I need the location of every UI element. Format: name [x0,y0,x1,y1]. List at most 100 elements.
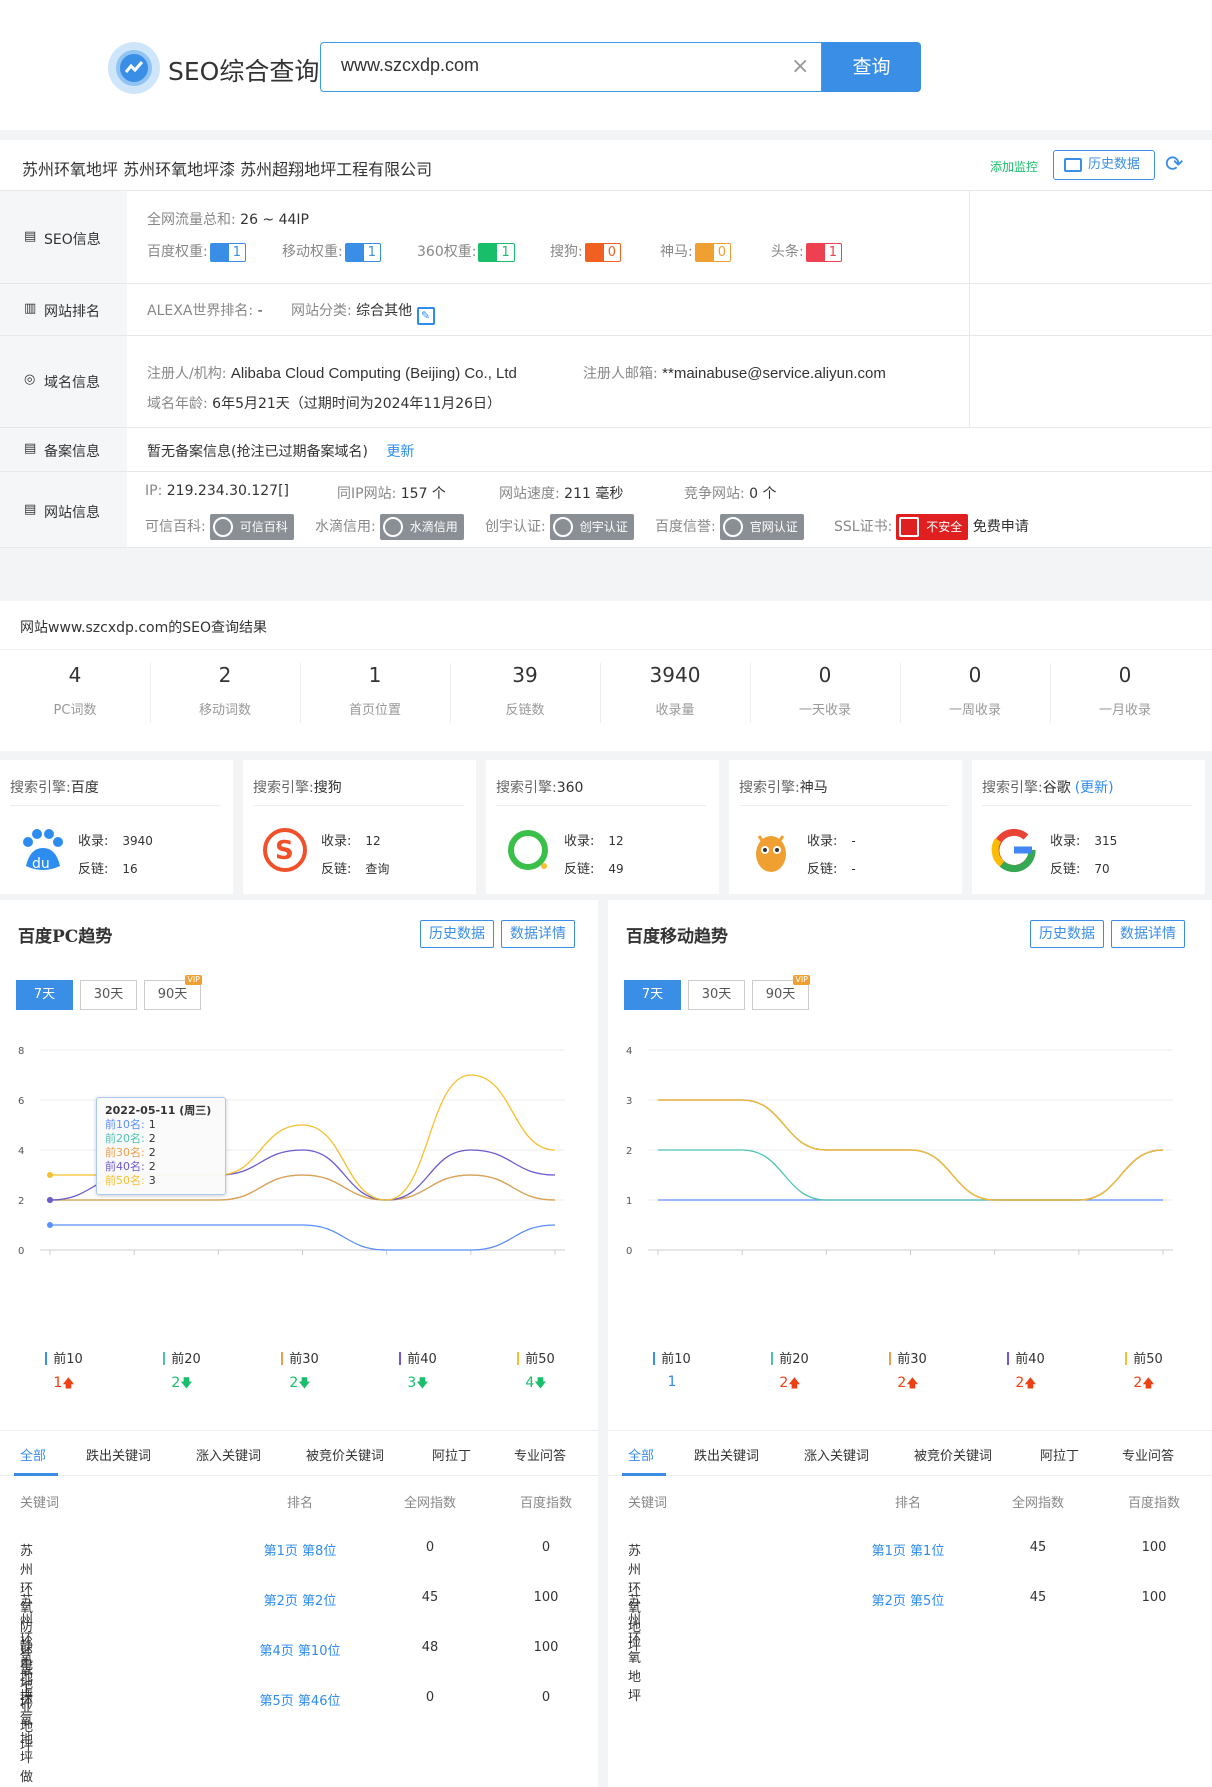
engine-index: 收录: - [807,830,856,849]
legend-number: 1 [53,1375,63,1391]
keyword-tab[interactable]: 全部 [20,1445,46,1464]
mobile-detail-button[interactable]: 数据详情 [1111,920,1185,948]
keyword-tab[interactable]: 全部 [628,1445,654,1464]
same-ip-value[interactable]: 157 个 [401,486,446,502]
search-box[interactable]: × [320,42,822,92]
legend-item[interactable]: 前10 1 [622,1348,722,1390]
shuidi-badge[interactable]: 水滴信用 [379,514,464,540]
keyword-tab[interactable]: 被竞价关键词 [914,1445,992,1464]
site-title: 苏州环氧地坪 苏州环氧地坪漆 苏州超翔地坪工程有限公司 [22,160,433,179]
engine-index: 收录: 12 [321,830,381,849]
baidu-index-cell: 100 [1141,1540,1167,1555]
weight-badge[interactable]: 1 [344,242,381,262]
mobile-range-7d[interactable]: 7天 [624,980,681,1010]
weight-badge[interactable]: 0 [584,242,621,262]
legend-key: 前20 [132,1348,232,1368]
legend-item[interactable]: 前50 4🡇 [486,1348,586,1395]
rank-link[interactable]: 第1页 第1位 [838,1540,978,1559]
index-value: 315 [1094,834,1118,848]
svg-text:S: S [275,836,294,866]
legend-value: 3🡇 [368,1374,468,1395]
beian-row: 暂无备案信息(抢注已过期备案域名) 更新 [127,427,1212,471]
keyword-tab[interactable]: 专业问答 [1122,1445,1174,1464]
keyword-tab[interactable]: 涨入关键词 [804,1445,869,1464]
keyword-tab[interactable]: 涨入关键词 [196,1445,261,1464]
engine-update-link[interactable]: (更新) [1075,780,1114,796]
keyword-tab[interactable]: 阿拉丁 [1040,1445,1079,1464]
water-drop-icon [382,517,403,537]
stat-item: 4 PC词数 [0,663,150,718]
rank-link[interactable]: 第5页 第46位 [230,1690,370,1709]
chuangyu-badge[interactable]: 创宇认证 [549,514,634,540]
baidu-credit-badge[interactable]: 官网认证 [719,514,804,540]
weight-badge[interactable]: 1 [805,242,842,262]
kexin-badge[interactable]: 可信百科 [209,514,294,540]
legend-item[interactable]: 前20 2🡅 [740,1348,840,1395]
backlink-value[interactable]: 16 [122,862,137,876]
refresh-icon[interactable]: ⟳ [1165,152,1183,177]
weight-badge[interactable]: 0 [694,242,731,262]
chuangyu-badge-label: 创宇认证 [579,520,628,534]
section-rank: ▥ 网站排名 [0,283,127,335]
engine-card: 搜索引擎:谷歌 (更新) 收录: 315 反链: 70 [972,760,1205,894]
keyword-tab[interactable]: 跌出关键词 [86,1445,151,1464]
baidu-credit-label: 百度信誉: [655,519,716,535]
legend-item[interactable]: 前30 2🡅 [858,1348,958,1395]
pc-detail-button[interactable]: 数据详情 [501,920,575,948]
ssl-apply-link[interactable]: 免费申请 [973,519,1029,535]
weight-badge[interactable]: 1 [209,242,246,262]
history-data-button[interactable]: 历史数据 [1053,150,1155,180]
legend-item[interactable]: 前10 1🡅 [14,1348,114,1395]
keyword-tab[interactable]: 跌出关键词 [694,1445,759,1464]
competitor-value[interactable]: 0 个 [749,486,776,502]
legend-key: 前50 [1094,1348,1194,1368]
clear-icon[interactable]: × [791,54,809,79]
backlink-value[interactable]: 70 [1094,862,1109,876]
legend-item[interactable]: 前30 2🡇 [250,1348,350,1395]
backlink-value[interactable]: - [851,862,855,876]
mobile-range-30d[interactable]: 30天 [688,980,745,1010]
engine-prefix: 搜索引擎: [10,780,71,796]
email-value: **mainabuse@service.aliyun.com [662,365,886,382]
mobile-range-90d[interactable]: 90天 VIP [752,975,810,1010]
pc-history-button[interactable]: 历史数据 [420,920,494,948]
stat-divider [1050,663,1051,723]
weight-item: 360权重: 1 [417,241,515,262]
legend-item[interactable]: 前50 2🡅 [1094,1348,1194,1395]
rank-link[interactable]: 第4页 第10位 [230,1640,370,1659]
keyword-tab[interactable]: 被竞价关键词 [306,1445,384,1464]
chuangyu-label: 创宇认证: [485,519,546,535]
backlink-value[interactable]: 查询 [365,862,389,876]
backlink-value[interactable]: 49 [608,862,623,876]
engine-icon [210,243,229,261]
ssl-badge[interactable]: 不安全 [896,514,969,540]
add-monitor-link[interactable]: 添加监控 [990,158,1038,175]
keyword-cell: 环氧地坪做法 [20,1694,34,1785]
legend-item[interactable]: 前40 3🡇 [368,1348,468,1395]
legend-swatch [163,1352,166,1365]
hover-marker [47,1197,53,1203]
weight-badge[interactable]: 1 [478,242,515,262]
beian-update-link[interactable]: 更新 [386,444,414,460]
rank-link[interactable]: 第1页 第8位 [230,1540,370,1559]
range-7d[interactable]: 7天 [16,980,73,1010]
search-button[interactable]: 查询 [822,42,921,92]
rank-row: ALEXA世界排名: - 网站分类: 综合其他 ✎ [127,283,1212,335]
legend-number: 1 [667,1374,677,1390]
legend-item[interactable]: 前40 2🡅 [976,1348,1076,1395]
range-30d[interactable]: 30天 [80,980,137,1010]
legend-item[interactable]: 前20 2🡇 [132,1348,232,1395]
edit-icon[interactable]: ✎ [416,307,435,325]
baidu-credit-badge-label: 官网认证 [749,520,798,534]
engine-icon [806,243,825,261]
keyword-tab[interactable]: 专业问答 [514,1445,566,1464]
rank-link[interactable]: 第2页 第5位 [838,1590,978,1609]
rank-link[interactable]: 第2页 第2位 [230,1590,370,1609]
weight-value: 1 [501,244,510,260]
section-site-label: 网站信息 [44,505,100,521]
range-90d[interactable]: 90天 VIP [144,975,202,1010]
search-input[interactable] [341,55,781,76]
keyword-tab[interactable]: 阿拉丁 [432,1445,471,1464]
backlink-label: 反链: [1050,862,1081,877]
mobile-history-button[interactable]: 历史数据 [1030,920,1104,948]
